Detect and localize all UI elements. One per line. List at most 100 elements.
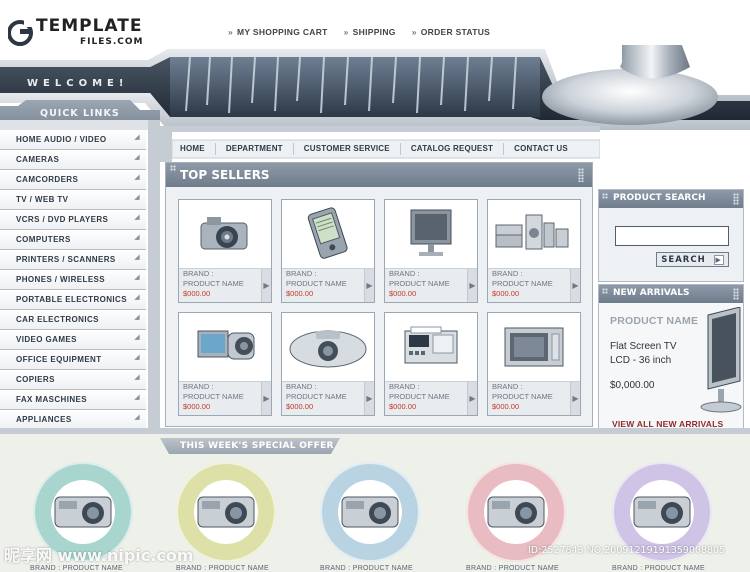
product-name: PRODUCT NAME bbox=[183, 279, 244, 288]
quick-link-vcrs-dvd-players[interactable]: VCRS / DVD PLAYERS ◢ bbox=[0, 210, 146, 230]
my-shopping-cart-link[interactable]: » MY SHOPPING CART bbox=[228, 27, 328, 37]
logo-mark-icon bbox=[8, 18, 34, 46]
corner-arrow-icon: ◢ bbox=[134, 194, 140, 201]
corner-arrow-icon: ◢ bbox=[134, 314, 140, 321]
corner-arrow-icon: ◢ bbox=[134, 274, 140, 281]
quick-link-portable-electronics[interactable]: PORTABLE ELECTRONICS ◢ bbox=[0, 290, 146, 310]
grip-dots-icon bbox=[602, 288, 608, 294]
search-input[interactable] bbox=[615, 226, 729, 246]
product-card[interactable]: BRAND : PRODUCT NAME $000.00 ▶ bbox=[384, 199, 478, 303]
quick-link-cameras[interactable]: CAMERAS ◢ bbox=[0, 150, 146, 170]
product-name: PRODUCT NAME bbox=[389, 279, 450, 288]
corner-arrow-icon: ◢ bbox=[134, 154, 140, 161]
grip-dots-icon bbox=[578, 168, 584, 182]
top-sellers-title: TOP SELLERS bbox=[180, 168, 270, 182]
corner-arrow-icon: ◢ bbox=[134, 354, 140, 361]
microwave-icon bbox=[488, 313, 580, 381]
compact-camera-icon bbox=[51, 480, 115, 544]
digital-camera-icon bbox=[179, 200, 271, 268]
special-offer-top-frame bbox=[0, 428, 750, 434]
product-card[interactable]: BRAND : PRODUCT NAME $000.00 ▶ bbox=[281, 312, 375, 416]
top-navigation: » MY SHOPPING CART » SHIPPING » ORDER STATU… bbox=[228, 27, 490, 37]
quick-link-fax-machines[interactable]: FAX MASCHINES ◢ bbox=[0, 390, 146, 410]
top-sellers-header: TOP SELLERS bbox=[166, 163, 592, 187]
quick-link-copiers[interactable]: COPIERS ◢ bbox=[0, 370, 146, 390]
monitor-icon bbox=[385, 200, 477, 268]
arrow-right-icon[interactable]: ▶ bbox=[467, 382, 477, 415]
quick-link-camcorders[interactable]: CAMCORDERS ◢ bbox=[0, 170, 146, 190]
arrow-right-icon: ▶ bbox=[713, 254, 724, 265]
product-price: $000.00 bbox=[492, 402, 520, 411]
product-card[interactable]: BRAND : PRODUCT NAME $000.00 ▶ bbox=[178, 199, 272, 303]
quick-link-home-audio-video[interactable]: HOME AUDIO / VIDEO ◢ bbox=[0, 130, 146, 150]
product-brand: BRAND : bbox=[286, 269, 317, 278]
product-search-panel: PRODUCT SEARCH SEARCH ▶ bbox=[598, 189, 744, 282]
product-price: $000.00 bbox=[389, 289, 417, 298]
product-card[interactable]: BRAND : PRODUCT NAME $000.00 ▶ bbox=[487, 199, 581, 303]
product-card[interactable]: BRAND : PRODUCT NAME $000.00 ▶ bbox=[487, 312, 581, 416]
corner-arrow-icon: ◢ bbox=[134, 254, 140, 261]
product-brand: BRAND : bbox=[183, 382, 214, 391]
main-navigation: HOME DEPARTMENT CUSTOMER SERVICE CATALOG… bbox=[170, 143, 578, 155]
product-name: PRODUCT NAME bbox=[286, 279, 347, 288]
new-arrival-description: Flat Screen TV LCD - 36 inch bbox=[610, 341, 677, 366]
logo-title: TEMPLATE bbox=[36, 16, 143, 36]
special-offer-caption: BRAND : PRODUCT NAME bbox=[466, 565, 559, 572]
grip-dots-icon bbox=[733, 288, 739, 300]
nav-customer-service[interactable]: CUSTOMER SERVICE bbox=[294, 143, 401, 155]
product-name: PRODUCT NAME bbox=[389, 392, 450, 401]
new-arrivals-panel: NEW ARRIVALS PRODUCT NAME Flat Screen TV… bbox=[598, 284, 744, 432]
product-search-title: PRODUCT SEARCH bbox=[613, 193, 706, 203]
product-brand: BRAND : bbox=[286, 382, 317, 391]
special-offer-caption: BRAND : PRODUCT NAME bbox=[30, 565, 123, 572]
grip-dots-icon bbox=[602, 193, 608, 199]
new-arrival-price: $0,000.00 bbox=[610, 380, 655, 391]
arrow-right-icon[interactable]: ▶ bbox=[364, 269, 374, 302]
quick-links-title: QUICK LINKS bbox=[40, 108, 120, 119]
quick-link-printers-scanners[interactable]: PRINTERS / SCANNERS ◢ bbox=[0, 250, 146, 270]
product-card[interactable]: BRAND : PRODUCT NAME $000.00 ▶ bbox=[384, 312, 478, 416]
nav-contact-us[interactable]: CONTACT US bbox=[504, 143, 578, 155]
corner-arrow-icon: ◢ bbox=[134, 374, 140, 381]
product-card[interactable]: BRAND : PRODUCT NAME $000.00 ▶ bbox=[281, 199, 375, 303]
quick-link-phones-wireless[interactable]: PHONES / WIRELESS ◢ bbox=[0, 270, 146, 290]
product-brand: BRAND : bbox=[492, 269, 523, 278]
arrow-right-icon[interactable]: ▶ bbox=[570, 269, 580, 302]
fax-machine-icon bbox=[385, 313, 477, 381]
product-price: $000.00 bbox=[183, 289, 211, 298]
corner-arrow-icon: ◢ bbox=[134, 334, 140, 341]
corner-arrow-icon: ◢ bbox=[134, 414, 140, 421]
product-name: PRODUCT NAME bbox=[492, 392, 553, 401]
product-name: PRODUCT NAME bbox=[286, 392, 347, 401]
special-offer-title: THIS WEEK'S SPECIAL OFFER bbox=[180, 441, 334, 451]
quick-link-video-games[interactable]: VIDEO GAMES ◢ bbox=[0, 330, 146, 350]
special-offer-item[interactable] bbox=[320, 462, 420, 562]
arrow-right-icon[interactable]: ▶ bbox=[261, 382, 271, 415]
order-status-link[interactable]: » ORDER STATUS bbox=[412, 27, 490, 37]
product-card[interactable]: BRAND : PRODUCT NAME $000.00 ▶ bbox=[178, 312, 272, 416]
nav-department[interactable]: DEPARTMENT bbox=[216, 143, 294, 155]
arrow-right-icon[interactable]: ▶ bbox=[261, 269, 271, 302]
compact-camera-icon bbox=[338, 480, 402, 544]
quick-link-appliances[interactable]: APPLIANCES ◢ bbox=[0, 410, 146, 430]
lcd-tv-icon bbox=[700, 307, 742, 413]
grip-dots-icon bbox=[170, 165, 176, 171]
nav-catalog-request[interactable]: CATALOG REQUEST bbox=[401, 143, 505, 155]
quick-link-tv-web-tv[interactable]: TV / WEB TV ◢ bbox=[0, 190, 146, 210]
quick-link-car-electronics[interactable]: CAR ELECTRONICS ◢ bbox=[0, 310, 146, 330]
product-brand: BRAND : bbox=[389, 269, 420, 278]
special-offer-caption: BRAND : PRODUCT NAME bbox=[612, 565, 705, 572]
double-chevron-right-icon: » bbox=[343, 27, 349, 37]
shipping-link[interactable]: » SHIPPING bbox=[344, 27, 396, 37]
arrow-right-icon[interactable]: ▶ bbox=[570, 382, 580, 415]
new-arrivals-title: NEW ARRIVALS bbox=[613, 288, 690, 298]
search-button[interactable]: SEARCH ▶ bbox=[656, 252, 729, 267]
quick-link-computers[interactable]: COMPUTERS ◢ bbox=[0, 230, 146, 250]
arrow-right-icon[interactable]: ▶ bbox=[467, 269, 477, 302]
corner-arrow-icon: ◢ bbox=[134, 174, 140, 181]
arrow-right-icon[interactable]: ▶ bbox=[364, 382, 374, 415]
quick-link-office-equipment[interactable]: OFFICE EQUIPMENT ◢ bbox=[0, 350, 146, 370]
camcorder-icon bbox=[179, 313, 271, 381]
pda-icon bbox=[282, 200, 374, 268]
nav-home[interactable]: HOME bbox=[170, 143, 216, 155]
